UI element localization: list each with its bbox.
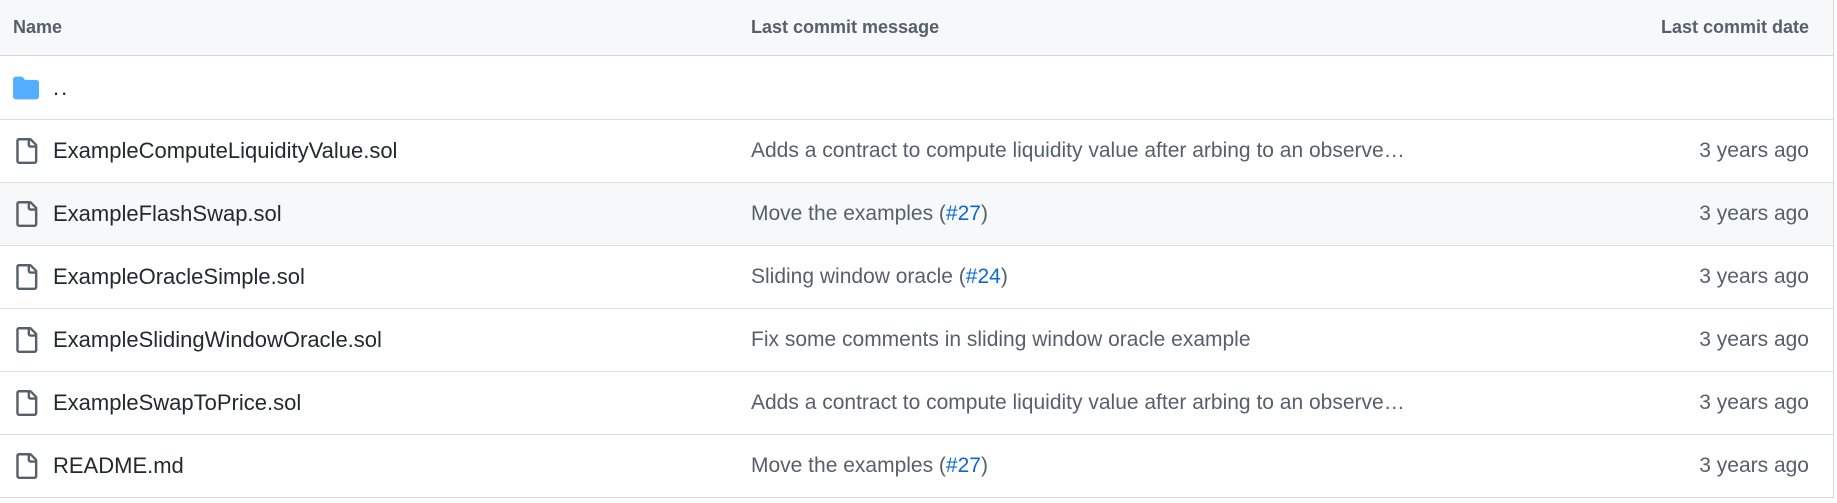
file-name-link[interactable]: ExampleFlashSwap.sol xyxy=(53,201,282,227)
file-icon xyxy=(16,264,38,290)
pull-request-link[interactable]: #27 xyxy=(946,454,981,477)
commit-message[interactable]: Adds a contract to compute liquidity val… xyxy=(751,139,1405,163)
file-row-1[interactable]: ExampleFlashSwap.sol Move the examples (… xyxy=(0,182,1833,245)
commit-message-text[interactable]: Fix some comments in sliding window orac… xyxy=(751,328,1251,351)
column-header-name: Name xyxy=(13,17,63,37)
pr-close-paren: ) xyxy=(1000,265,1008,288)
file-icon xyxy=(16,390,38,416)
commit-message-text[interactable]: Sliding window oracle xyxy=(751,265,953,288)
commit-date: 3 years ago xyxy=(1699,139,1809,162)
file-name-link[interactable]: ExampleComputeLiquidityValue.sol xyxy=(53,138,397,164)
file-row-0[interactable]: ExampleComputeLiquidityValue.sol Adds a … xyxy=(0,119,1833,182)
commit-date: 3 years ago xyxy=(1699,202,1809,225)
parent-directory-link[interactable]: .. xyxy=(53,75,69,101)
file-row-4[interactable]: ExampleSwapToPrice.sol Adds a contract t… xyxy=(0,371,1833,434)
file-name-link[interactable]: ExampleSlidingWindowOracle.sol xyxy=(53,327,382,353)
commit-message-text[interactable]: Move the examples xyxy=(751,202,933,225)
commit-message[interactable]: Fix some comments in sliding window orac… xyxy=(751,328,1251,352)
pr-close-paren: ) xyxy=(980,454,988,477)
file-table: Name Last commit message Last commit dat… xyxy=(0,0,1834,498)
pr-open-paren: ( xyxy=(933,202,946,225)
pr-close-paren: ) xyxy=(980,202,988,225)
pr-open-paren: ( xyxy=(952,265,966,288)
column-header-commit-date: Last commit date xyxy=(1660,17,1809,37)
file-name-link[interactable]: ExampleOracleSimple.sol xyxy=(53,264,305,290)
file-icon xyxy=(16,453,38,479)
file-row-3[interactable]: ExampleSlidingWindowOracle.sol Fix some … xyxy=(0,308,1833,371)
commit-message[interactable]: Sliding window oracle (#24) xyxy=(751,265,1008,289)
commit-message[interactable]: Adds a contract to compute liquidity val… xyxy=(751,391,1405,415)
commit-message-text[interactable]: Adds a contract to compute liquidity val… xyxy=(751,139,1405,162)
file-icon xyxy=(16,201,38,227)
file-name-link[interactable]: README.md xyxy=(53,453,184,479)
parent-directory-row[interactable]: .. xyxy=(0,56,1833,119)
column-header-commit-message: Last commit message xyxy=(751,17,940,37)
commit-date: 3 years ago xyxy=(1699,391,1809,414)
file-icon xyxy=(16,138,38,164)
table-header: Name Last commit message Last commit dat… xyxy=(0,0,1833,56)
commit-message-text[interactable]: Move the examples xyxy=(751,454,933,477)
commit-date: 3 years ago xyxy=(1699,454,1809,477)
pull-request-link[interactable]: #24 xyxy=(966,265,1001,288)
file-row-2[interactable]: ExampleOracleSimple.sol Sliding window o… xyxy=(0,245,1833,308)
commit-message-text[interactable]: Adds a contract to compute liquidity val… xyxy=(751,391,1405,414)
folder-icon xyxy=(13,76,39,99)
commit-message[interactable]: Move the examples (#27) xyxy=(751,202,988,226)
commit-date: 3 years ago xyxy=(1699,328,1809,351)
pull-request-link[interactable]: #27 xyxy=(946,202,981,225)
file-icon xyxy=(16,327,38,353)
commit-date: 3 years ago xyxy=(1699,265,1809,288)
file-row-5[interactable]: README.md Move the examples (#27) 3 year… xyxy=(0,434,1833,497)
file-name-link[interactable]: ExampleSwapToPrice.sol xyxy=(53,390,301,416)
commit-message[interactable]: Move the examples (#27) xyxy=(751,454,988,478)
pr-open-paren: ( xyxy=(933,454,946,477)
